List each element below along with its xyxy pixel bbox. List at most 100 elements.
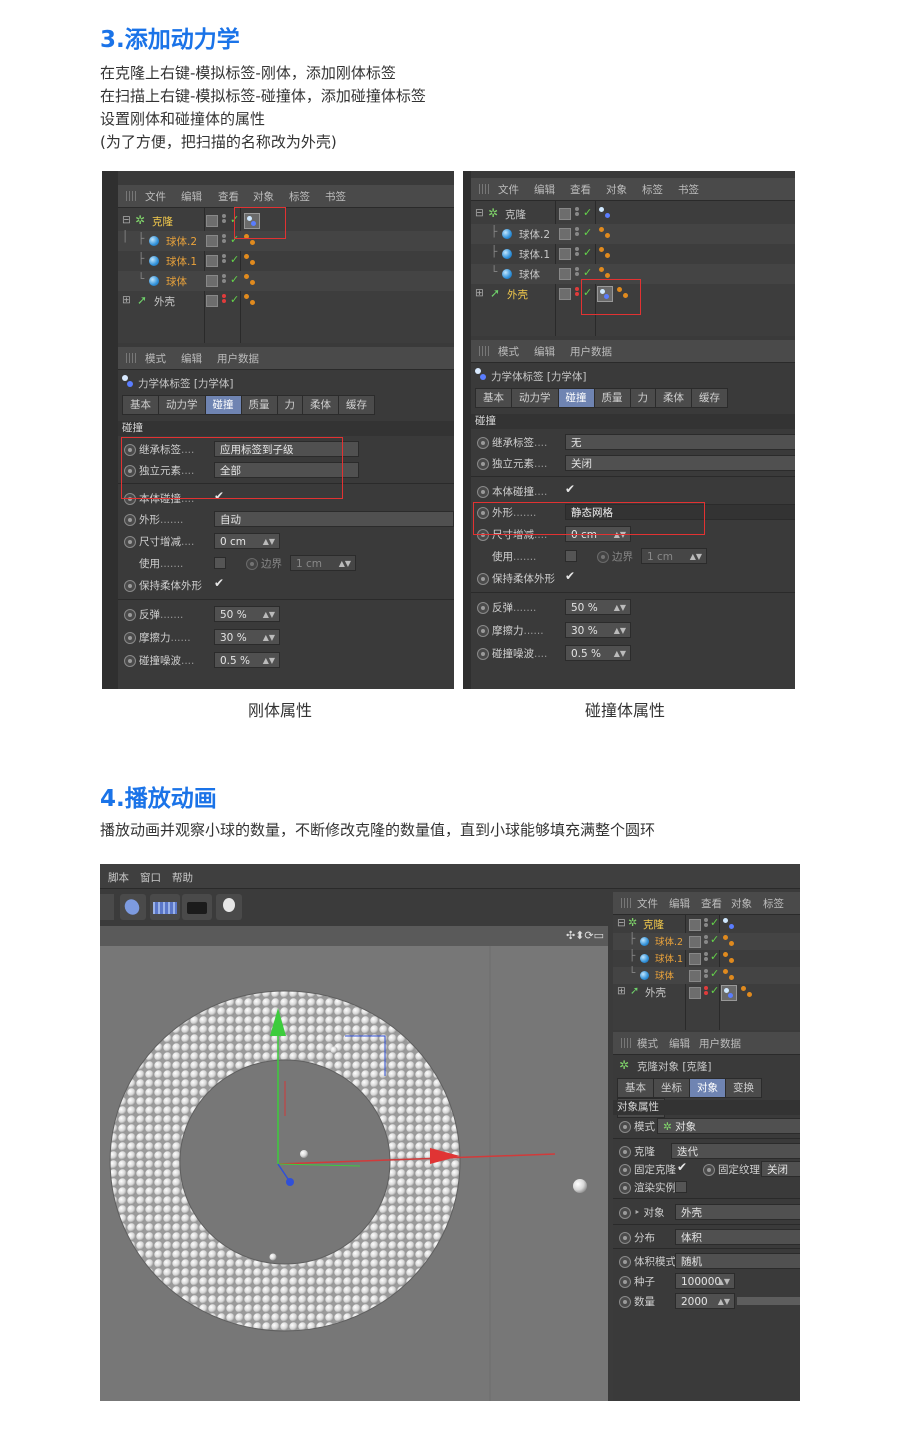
tree-row-sphere2[interactable]: ├ 球体.2 ✓ — [471, 224, 795, 244]
tree-row-shell[interactable]: ⊞ ➚ 外壳 ✓ — [118, 291, 454, 311]
menu-tag[interactable]: 标签 — [289, 189, 310, 204]
prop-keep-soft[interactable]: 保持柔体外形 ✔ — [118, 575, 454, 595]
object-link-field[interactable]: 外壳 — [675, 1204, 800, 1220]
tree-row-sphere[interactable]: └ 球体 ✓ — [118, 271, 454, 291]
menu-help[interactable]: 帮助 — [172, 870, 193, 885]
menu-window[interactable]: 窗口 — [140, 870, 161, 885]
tree-row-sphere[interactable]: └ 球体 ✓ — [613, 967, 800, 984]
menu-edit[interactable]: 编辑 — [181, 189, 202, 204]
menu-mode[interactable]: 模式 — [498, 344, 519, 359]
tree-row-sphere1[interactable]: ├ 球体.1 ✓ — [471, 244, 795, 264]
fixed-texture-dropdown[interactable]: 关闭 — [761, 1161, 800, 1177]
tab-basic[interactable]: 基本 — [122, 395, 159, 415]
menu-mode[interactable]: 模式 — [145, 351, 166, 366]
self-collision-check[interactable]: ✔ — [565, 482, 575, 496]
prop-inherit[interactable]: 继承标签.... 无 — [471, 432, 795, 452]
use-checkbox[interactable] — [214, 557, 226, 569]
prop-seed[interactable]: 种子 100000 ▲▼ — [613, 1271, 800, 1291]
camera-tool-icon[interactable] — [182, 894, 212, 920]
menu-file[interactable]: 文件 — [498, 182, 519, 197]
tab-force[interactable]: 力 — [276, 395, 303, 415]
rigid-body-tag-icon[interactable] — [723, 918, 735, 930]
tab-basic[interactable]: 基本 — [475, 388, 512, 408]
prop-mode[interactable]: 模式 ✲ 对象 — [613, 1116, 800, 1136]
menu-userdata[interactable]: 用户数据 — [570, 344, 612, 359]
prop-object[interactable]: ‣ 对象 外壳 — [613, 1202, 800, 1222]
material-tag-icon[interactable] — [599, 247, 611, 259]
prop-friction[interactable]: 摩擦力...... 30 % ▲▼ — [471, 620, 795, 640]
clone-dropdown[interactable]: 迭代 — [671, 1143, 800, 1159]
tab-basic[interactable]: 基本 — [617, 1078, 654, 1098]
menu-edit[interactable]: 编辑 — [669, 1036, 690, 1051]
prop-size[interactable]: 尺寸增减.... 0 cm ▲▼ — [118, 531, 454, 551]
tab-cache[interactable]: 缓存 — [338, 395, 375, 415]
prop-render-instance[interactable]: 渲染实例 — [613, 1177, 800, 1197]
prop-noise[interactable]: 碰撞噪波.... 0.5 % ▲▼ — [471, 643, 795, 663]
collider-tag-icon[interactable] — [721, 985, 737, 1001]
menu-userdata[interactable]: 用户数据 — [699, 1036, 741, 1051]
volume-mode-dropdown[interactable]: 随机 — [675, 1253, 800, 1269]
menu-edit[interactable]: 编辑 — [181, 351, 202, 366]
menu-object[interactable]: 对象 — [253, 189, 274, 204]
tab-coord[interactable]: 坐标 — [653, 1078, 690, 1098]
menu-edit[interactable]: 编辑 — [669, 896, 690, 911]
tab-transform[interactable]: 变换 — [725, 1078, 762, 1098]
tab-dynamics[interactable]: 动力学 — [158, 395, 206, 415]
menu-view[interactable]: 查看 — [218, 189, 239, 204]
material-tag-icon[interactable] — [723, 952, 735, 964]
bounce-field[interactable]: 50 % ▲▼ — [214, 606, 280, 622]
prop-bounce[interactable]: 反弹....... 50 % ▲▼ — [471, 597, 795, 617]
menu-view[interactable]: 查看 — [570, 182, 591, 197]
menu-tag[interactable]: 标签 — [763, 896, 784, 911]
margin-field[interactable]: 1 cm ▲▼ — [290, 555, 356, 571]
prop-clone[interactable]: 克隆 迭代 — [613, 1141, 800, 1161]
tree-row-sphere1[interactable]: ├ 球体.1 ✓ — [118, 251, 454, 271]
menu-file[interactable]: 文件 — [637, 896, 658, 911]
keep-soft-check[interactable]: ✔ — [565, 569, 575, 583]
count-slider[interactable] — [737, 1297, 800, 1305]
noise-field[interactable]: 0.5 % ▲▼ — [565, 645, 631, 661]
tab-softbody[interactable]: 柔体 — [655, 388, 692, 408]
material-tag-icon[interactable] — [244, 294, 256, 306]
menu-object[interactable]: 对象 — [606, 182, 627, 197]
prop-use[interactable]: 使用....... 边界 1 cm ▲▼ — [471, 546, 795, 566]
cloner-tool-icon[interactable] — [100, 894, 114, 920]
menu-edit[interactable]: 编辑 — [534, 344, 555, 359]
prop-fixed-clone[interactable]: 固定克隆 ✔ 固定纹理 关闭 — [613, 1159, 800, 1179]
tree-row-clone[interactable]: ⊟ ✲ 克隆 ✓ — [613, 916, 800, 933]
tab-collision[interactable]: 碰撞 — [557, 388, 595, 408]
tab-mass[interactable]: 质量 — [240, 395, 278, 415]
prop-volume-mode[interactable]: 体积模式 随机 — [613, 1251, 800, 1271]
tab-object[interactable]: 对象 — [689, 1078, 726, 1098]
material-tag-icon[interactable] — [723, 969, 735, 981]
tab-collision[interactable]: 碰撞 — [204, 395, 242, 415]
menu-file[interactable]: 文件 — [145, 189, 166, 204]
friction-field[interactable]: 30 % ▲▼ — [214, 629, 280, 645]
inherit-dropdown[interactable]: 无 — [565, 434, 795, 450]
tree-row-clone[interactable]: ⊟ ✲ 克隆 ✓ — [471, 204, 795, 224]
menu-script[interactable]: 脚本 — [108, 870, 129, 885]
menu-bookmark[interactable]: 书签 — [678, 182, 699, 197]
material-tag-icon[interactable] — [599, 267, 611, 279]
friction-field[interactable]: 30 % ▲▼ — [565, 622, 631, 638]
tab-softbody[interactable]: 柔体 — [302, 395, 339, 415]
material-tag-icon[interactable] — [741, 986, 753, 998]
individual-dropdown[interactable]: 关闭 — [565, 455, 795, 471]
material-tag-icon[interactable] — [244, 274, 256, 286]
tab-cache[interactable]: 缓存 — [691, 388, 728, 408]
count-field[interactable]: 2000 ▲▼ — [675, 1293, 735, 1309]
tree-row-shell[interactable]: ⊞ ➚ 外壳 ✓ — [613, 984, 800, 1001]
prop-bounce[interactable]: 反弹....... 50 % ▲▼ — [118, 604, 454, 624]
light-tool-icon[interactable] — [216, 894, 242, 920]
noise-field[interactable]: 0.5 % ▲▼ — [214, 652, 280, 668]
menu-tag[interactable]: 标签 — [642, 182, 663, 197]
tab-force[interactable]: 力 — [629, 388, 656, 408]
keep-soft-check[interactable]: ✔ — [214, 576, 224, 590]
prop-distribution[interactable]: 分布 体积 — [613, 1227, 800, 1247]
scene-tool-icon[interactable] — [150, 894, 180, 920]
rigid-body-tag-icon[interactable] — [599, 207, 611, 219]
menu-bookmark[interactable]: 书签 — [325, 189, 346, 204]
prop-self-collision[interactable]: 本体碰撞.... ✔ — [471, 481, 795, 501]
prop-individual[interactable]: 独立元素.... 关闭 — [471, 453, 795, 473]
3d-viewport[interactable]: ✣⬍⟳▭ — [100, 926, 608, 1401]
